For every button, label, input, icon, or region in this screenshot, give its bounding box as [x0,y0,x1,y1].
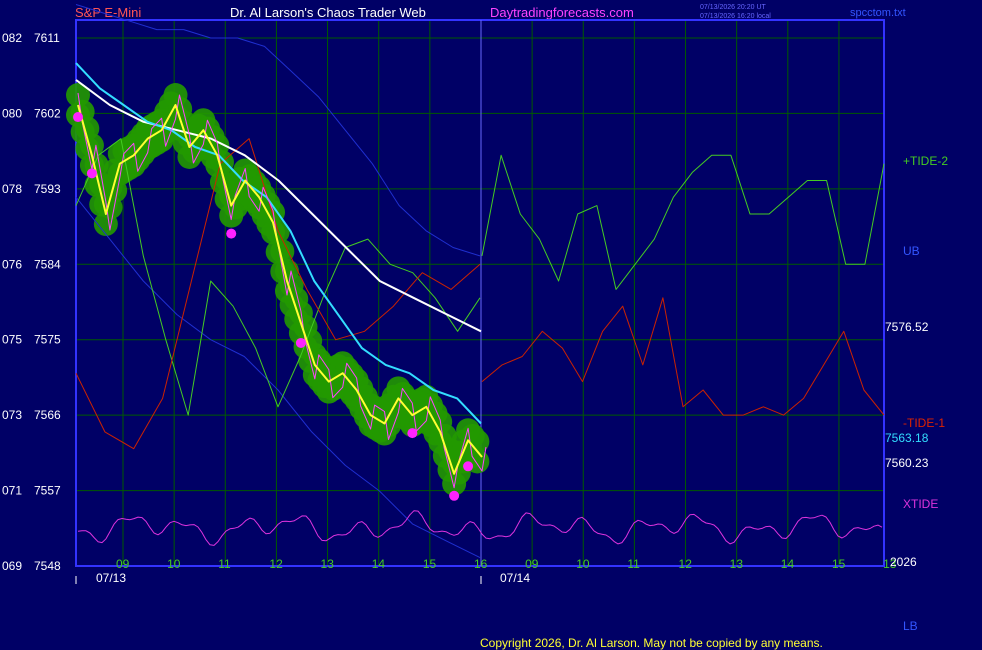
value-label-3: 7560.23 [885,456,929,470]
y-code-label: 080 [2,106,22,120]
y-code-label: 076 [2,257,22,271]
tide-plus-label: +TIDE-2 [903,154,948,168]
value-label-2: 7563.18 [885,431,929,445]
turn-marker [86,168,97,179]
date-label-1: 07/13 [96,571,126,585]
turn-marker [226,228,237,239]
y-code-label: 082 [2,31,22,45]
y-code-label: 073 [2,408,22,422]
x-hour-label: 09 [525,557,539,571]
site-link[interactable]: Daytradingforecasts.com [490,5,634,20]
y-code-label: 069 [2,559,22,573]
turn-marker [295,337,306,348]
turn-marker [449,490,460,501]
y-price-label: 7566 [34,408,61,422]
date-label-2: 07/14 [500,571,530,585]
x-hour-label: 14 [372,557,386,571]
year-label: 2026 [890,555,917,569]
y-code-label: 078 [2,182,22,196]
x-hour-label: 14 [781,557,795,571]
x-hour-label: 12 [679,557,693,571]
utc-stamp: 07/13/2026 20:20 UT [700,4,766,11]
chart-title: Dr. Al Larson's Chaos Trader Web [230,5,426,20]
x-hour-label: 15 [832,557,846,571]
y-price-label: 7548 [34,559,61,573]
x-hour-label: 10 [167,557,181,571]
y-price-label: 7593 [34,182,61,196]
y-price-label: 7584 [34,257,61,271]
x-hour-label: 11 [218,557,231,571]
copyright-notice: Copyright 2026, Dr. Al Larson. May not b… [480,636,823,650]
local-stamp: 07/13/2026 16:20 local [700,13,771,20]
tide-minus-label: -TIDE-1 [903,416,945,430]
file-name: spcctom.txt [850,7,906,19]
x-hour-label: 10 [576,557,590,571]
x-hour-label: 11 [627,557,640,571]
y-axis-labels: 082 7611 080 7602 078 7593 076 7584 075 7575 073 75… [2,31,61,573]
value-label-1: 7576.52 [885,320,929,334]
y-price-label: 7602 [34,106,61,120]
x-hour-label: 13 [730,557,744,571]
upper-band-label: UB [903,244,920,258]
turn-marker [463,461,474,472]
y-code-label: 075 [2,333,22,347]
y-code-label: 071 [2,484,22,498]
y-price-label: 7557 [34,484,61,498]
plot-area [76,20,884,566]
turn-marker [73,112,83,123]
chart-canvas: S&P E-Mini Dr. Al Larson's Chaos Trader … [2,4,948,650]
lower-band-label: LB [903,619,918,633]
x-hour-label: 15 [423,557,437,571]
xtide-label: XTIDE [903,497,938,511]
y-price-label: 7611 [34,31,60,45]
y-price-label: 7575 [34,333,61,347]
turn-marker [407,428,418,439]
x-hour-label: 12 [269,557,283,571]
x-hour-label: 13 [321,557,335,571]
x-hour-label: 16 [474,557,488,571]
x-hour-label: 09 [116,557,130,571]
